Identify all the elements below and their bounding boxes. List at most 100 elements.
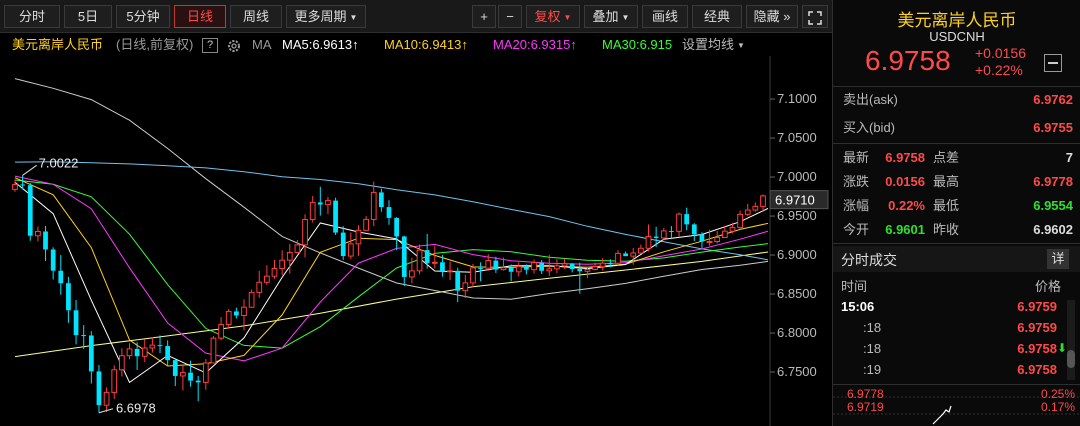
ticks-columns: 时间 价格 [833,276,1080,296]
candle [699,232,705,249]
period-5min-button[interactable]: 5分钟 [116,5,170,28]
bid-row: 买入(bid) 6.9755 [833,116,1080,140]
divider [833,384,1080,385]
ma-lines [14,78,768,384]
fullscreen-button[interactable] [802,5,828,28]
candle [760,194,766,212]
ma30-legend: MA30:6.915 [602,34,672,56]
more-periods-dropdown[interactable]: 更多周期 ▼ [286,5,366,28]
stat-row: 涨跌 0.0156 最高 6.9778 [833,170,1080,194]
divider [833,243,1080,244]
y-tick-label: 6.8500 [777,286,817,301]
ma-legend-bar: 美元离岸人民币 (日线,前复权) ? MA MA5:6.9613↑ MA10:6… [0,34,830,56]
candle [141,339,148,363]
collapse-button[interactable] [1044,54,1062,72]
candle [248,289,255,308]
candlestick-series [12,175,766,413]
candle [73,300,79,345]
high-label: 7.0022 [39,155,79,170]
mini-intraday-chart: 6.9778 6.9719 0.25% 0.17% [833,386,1080,426]
candle [470,264,476,288]
period-5day-button[interactable]: 5日 [64,5,112,28]
candle [431,246,438,269]
caret-down-icon: ▼ [737,41,745,50]
draw-button[interactable]: 画线 [642,5,688,28]
candle [180,365,186,391]
period-label: 分时 [18,9,45,24]
candle [363,216,369,231]
candle [58,255,64,295]
tick-row: 15:06 6.9759 [833,296,1080,317]
candle [370,181,377,227]
candle [210,336,217,364]
stat-value: 0.0156 [885,174,925,189]
ma20-legend: MA20:6.9315↑ [493,34,577,56]
period-weekly-button[interactable]: 周线 [230,5,282,28]
candle [111,365,118,399]
y-tick-label: 7.1000 [777,91,817,106]
col-price-header: 价格 [1034,279,1061,294]
candle [684,207,690,231]
stat-value: 7 [1065,150,1073,165]
adjust-dropdown[interactable]: 复权 ▼ [526,5,580,28]
stat-value: 6.9554 [1033,198,1073,213]
candle [569,262,575,273]
ask-label: 卖出(ask) [843,92,898,107]
tick-time: :19 [863,362,882,377]
app-root: 分时 5日 5分钟 日线 周线 更多周期 ▼ + − 复权 ▼ 叠加 ▼ 画线 经典 … [0,0,1080,426]
candle [340,226,346,260]
tick-row: :19 6.9758 [833,359,1080,380]
classic-button[interactable]: 经典 [692,5,742,28]
period-intraday-button[interactable]: 分时 [4,5,60,28]
candle [623,251,628,257]
overlay-dropdown[interactable]: 叠加 ▼ [584,5,638,28]
help-icon[interactable]: ? [202,38,218,53]
ma20-value: MA20:6.9315 [493,37,571,52]
candle [271,260,278,279]
scrollbar-thumb[interactable] [1067,350,1075,368]
candle [714,231,721,244]
stat-value: 6.9778 [1033,174,1073,189]
candle [35,226,41,242]
tick-time: :18 [863,320,882,335]
candle [744,204,751,216]
candle [561,258,568,270]
candle [599,257,606,271]
candle [554,259,560,274]
price-chart[interactable]: 7.00226.6978 7.10007.05007.00006.95006.9… [0,56,832,426]
zoom-out-icon: − [506,9,514,24]
ma-settings-link[interactable]: 设置均线 ▼ [682,34,745,57]
candle [264,265,270,285]
candle [493,256,499,273]
ma5-value: MA5:6.9613 [282,37,353,52]
tick-scrollbar[interactable] [1067,300,1075,380]
period-label: 5日 [77,9,99,24]
instrument-title: 美元离岸人民币 [12,37,104,52]
zoom-out-button[interactable]: − [498,5,522,28]
ticks-detail-button[interactable]: 详 [1047,249,1069,269]
down-arrow-icon: ⬇ [1056,341,1067,355]
ma5-legend: MA5:6.9613↑ [282,34,359,56]
price-change-pct: +0.22% [975,62,1023,78]
candle [401,235,407,287]
y-tick-label: 6.7500 [777,364,817,379]
candle [233,307,239,319]
period-daily-button[interactable]: 日线 [174,5,226,28]
y-tick-label: 7.0000 [777,169,817,184]
bid-label: 买入(bid) [843,120,896,135]
stat-value: 6.9601 [885,222,925,237]
zoom-in-button[interactable]: + [472,5,496,28]
mini-low-pct: 0.17% [1040,400,1075,414]
period-label: 更多周期 [294,9,347,24]
candle [462,274,469,298]
candle [455,267,461,303]
instrument-name: 美元离岸人民币 [897,11,1017,30]
candle [256,270,263,298]
period-label: 周线 [242,9,269,24]
hide-button[interactable]: 隐藏 » [746,5,798,28]
y-tick-label: 6.8000 [777,325,817,340]
candle [81,325,87,349]
candle [355,225,362,256]
stat-value: 0.22% [888,198,925,213]
ma-label: MA [252,37,272,52]
